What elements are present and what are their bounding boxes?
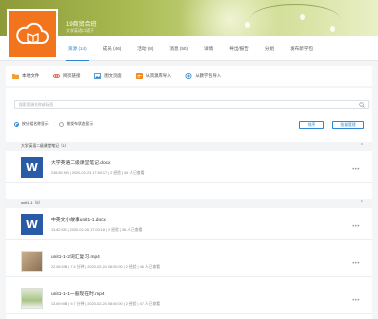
folder-icon <box>12 74 19 79</box>
collapse-arrow-icon[interactable]: ⌃ <box>360 143 364 149</box>
tool-label: 本地文件 <box>22 73 40 78</box>
resource-name[interactable]: unit1-1-2词汇复习.mp4 <box>51 253 100 260</box>
resource-name[interactable]: unit1-1-1一般现在时.mp4 <box>51 290 105 297</box>
group-header[interactable]: unit1-1（5） ⌃ <box>6 199 372 208</box>
group-title: unit1-1（5） <box>21 201 43 205</box>
group-title: 大学英语二级课堂笔记（1） <box>21 144 69 148</box>
list-item[interactable]: W 大学英语二级课堂笔记.docx 238.85 KB | 2020-02-23… <box>6 152 372 183</box>
resource-name[interactable]: 中英文小故事unit1-1.docx <box>51 216 106 223</box>
group-header[interactable]: 大学英语二级课堂笔记（1） ⌃ <box>6 142 372 151</box>
image-text-page-button[interactable]: 图文页面 <box>94 73 122 79</box>
water-drop-decoration <box>300 14 305 20</box>
tab-bar: 资源 (14) 成员 (46) 活动 (8) 消息 (50) 详情 导出/报告 … <box>60 36 321 61</box>
search-placeholder: 搜索资源名称或标签 <box>19 103 54 107</box>
banner-plant-decoration <box>250 4 340 34</box>
tab-details[interactable]: 详情 <box>196 36 221 61</box>
local-file-button[interactable]: 本地文件 <box>12 73 39 79</box>
search-input[interactable]: 搜索资源名称或标签 <box>14 100 369 109</box>
resource-meta: 238.85 KB | 2020-02-23 17:59:17 | 2 经验 |… <box>51 171 145 175</box>
video-thumbnail <box>21 251 43 272</box>
radio-by-group[interactable] <box>14 122 19 127</box>
resource-toolbar: 本地文件 网页链接 图文页面 从资源库导入 从教学包导入 <box>6 66 372 86</box>
tool-label: 网页链接 <box>63 73 81 78</box>
import-resource-icon <box>135 73 143 79</box>
tab-members[interactable]: 成员 (46) <box>95 36 130 61</box>
word-file-icon: W <box>21 214 43 235</box>
resource-name[interactable]: 大学英语二级课堂笔记.docx <box>51 159 110 166</box>
radio-by-status[interactable] <box>58 122 64 127</box>
batch-manage-button[interactable]: 批量管理 <box>332 121 364 129</box>
tab-activities[interactable]: 活动 (8) <box>129 36 161 61</box>
tool-label: 从教学包导入 <box>195 73 222 78</box>
radio-label: 按发布状态显示 <box>66 122 94 126</box>
tab-messages[interactable]: 消息 (50) <box>161 36 196 61</box>
sort-button[interactable]: 排序 <box>299 121 324 129</box>
list-item[interactable]: unit1-1-2词汇复习.mp4 22.58 MB | 7.4 分钟 | 20… <box>6 246 372 277</box>
tab-resources[interactable]: 资源 (14) <box>60 36 95 61</box>
class-subtitle: 大学英语口语下 <box>66 28 94 33</box>
water-drop-decoration <box>330 26 335 32</box>
import-from-package-button[interactable]: 从教学包导入 <box>185 73 221 79</box>
search-icon[interactable] <box>359 102 365 108</box>
class-logo <box>7 9 58 59</box>
link-icon <box>53 74 61 78</box>
import-from-library-button[interactable]: 从资源库导入 <box>135 73 172 79</box>
more-options-icon[interactable]: ••• <box>352 224 360 230</box>
video-thumbnail <box>21 288 43 309</box>
image-text-icon <box>94 73 102 79</box>
tab-publish-package[interactable]: 发布新学包 <box>282 36 321 61</box>
resource-meta: 22.58 MB | 7.4 分钟 | 2020-02-24 08:00:00 … <box>51 265 161 269</box>
tool-label: 从资源库导入 <box>145 73 172 78</box>
radio-label: 按分组名称显示 <box>22 122 49 126</box>
list-item[interactable]: unit1-1-1一般现在时.mp4 13.69 MB | 9.7 分钟 | 2… <box>6 283 372 314</box>
more-options-icon[interactable]: ••• <box>352 167 360 173</box>
class-name: 19商贸合班 <box>66 22 97 28</box>
collapse-arrow-icon[interactable]: ⌃ <box>360 200 364 206</box>
resource-meta: 13.82 KB | 2020-02-26 17:00:18 | 2 经验 | … <box>51 228 143 232</box>
tab-export-report[interactable]: 导出/报告 <box>221 36 257 61</box>
tool-label: 图文页面 <box>104 73 122 78</box>
more-options-icon[interactable]: ••• <box>352 261 360 267</box>
list-item[interactable]: W 中英文小故事unit1-1.docx 13.82 KB | 2020-02-… <box>6 209 372 240</box>
water-drop-decoration <box>245 22 250 28</box>
tab-groups[interactable]: 分组 <box>257 36 282 61</box>
cloud-book-icon <box>15 22 49 44</box>
web-link-button[interactable]: 网页链接 <box>53 73 80 79</box>
more-options-icon[interactable]: ••• <box>352 298 360 304</box>
resource-meta: 13.69 MB | 9.7 分钟 | 2020-02-24 08:00:00 … <box>51 302 161 306</box>
view-options: 按分组名称显示 按发布状态显示 <box>14 122 103 127</box>
import-package-icon <box>185 73 192 79</box>
word-file-icon: W <box>21 157 43 178</box>
